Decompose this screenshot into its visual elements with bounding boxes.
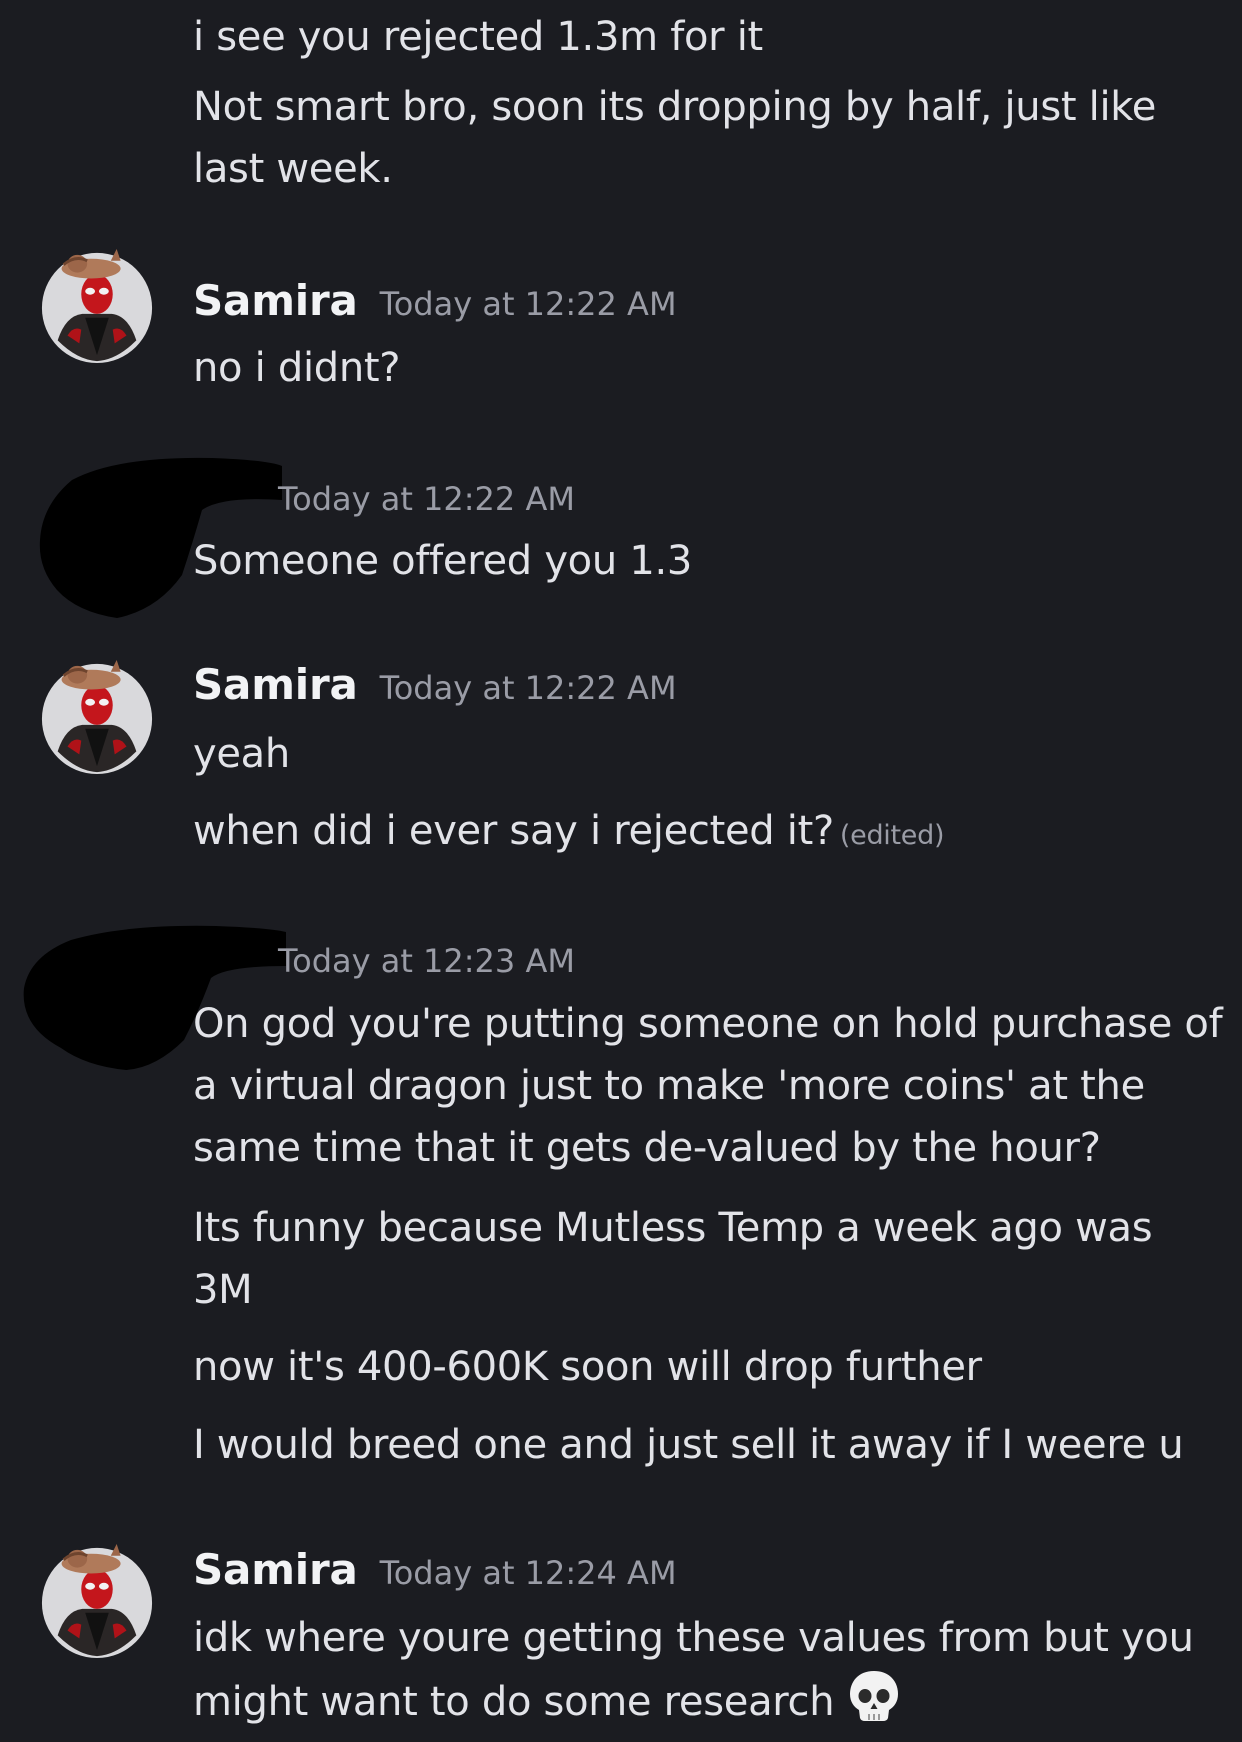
message-header: Samira Today at 12:22 AM	[193, 276, 677, 325]
message-text: no i didnt?	[193, 345, 401, 391]
message-text-content: idk where youre getting these values fro…	[193, 1615, 1194, 1725]
message-text: when did i ever say i rejected it? (edite…	[193, 800, 1213, 867]
username[interactable]: Samira	[193, 1545, 358, 1594]
username[interactable]: Samira	[193, 660, 358, 709]
message-text: Its funny because Mutless Temp a week ag…	[193, 1205, 1153, 1313]
timestamp: Today at 12:24 AM	[379, 1554, 677, 1592]
message-text: yeah	[193, 731, 290, 777]
message-text: Not smart bro, soon its dropping by half…	[193, 84, 1157, 192]
message-text: Someone offered you 1.3	[193, 538, 693, 584]
message-text: i see you rejected 1.3m for it	[193, 14, 763, 60]
message-header: Samira Today at 12:22 AM	[193, 660, 677, 709]
message-text: idk where youre getting these values fro…	[193, 1607, 1223, 1733]
message-text: I would breed one and just sell it away …	[193, 1422, 1184, 1468]
message-text: On god you're putting someone on hold pu…	[193, 1001, 1223, 1171]
timestamp: Today at 12:22 AM	[379, 285, 677, 323]
message-text-content: when did i ever say i rejected it?	[193, 808, 834, 854]
edited-label: (edited)	[839, 820, 945, 851]
timestamp: Today at 12:23 AM	[278, 942, 575, 980]
timestamp: Today at 12:22 AM	[278, 480, 575, 518]
avatar[interactable]	[38, 1542, 156, 1660]
username[interactable]: Samira	[193, 276, 358, 325]
timestamp: Today at 12:22 AM	[379, 669, 677, 707]
message-text: now it's 400-600K soon will drop further	[193, 1344, 982, 1390]
message-header: Samira Today at 12:24 AM	[193, 1545, 677, 1594]
avatar[interactable]	[38, 658, 156, 776]
avatar[interactable]	[38, 247, 156, 365]
skull-emoji-icon	[850, 1671, 899, 1721]
